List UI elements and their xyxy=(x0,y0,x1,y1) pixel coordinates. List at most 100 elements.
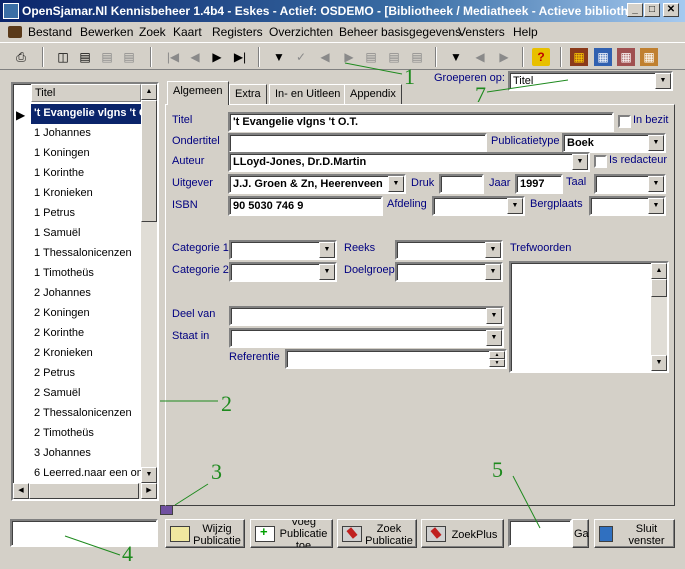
menu-zoek[interactable]: Zoek xyxy=(139,25,166,39)
taal-select[interactable]: ▼ xyxy=(594,174,666,194)
nav-forward-icon[interactable]: ▶ xyxy=(340,48,358,66)
last-record-icon[interactable]: ▶| xyxy=(231,48,249,66)
publicatietype-select[interactable]: Boek ▼ xyxy=(562,133,666,153)
delete-record-icon[interactable]: ▤ xyxy=(120,48,138,66)
maximize-button[interactable]: □ xyxy=(644,3,660,17)
list-item[interactable]: 1 Samuël xyxy=(31,224,141,244)
categorie2-select[interactable]: ▼ xyxy=(229,262,337,282)
reeks-select[interactable]: ▼ xyxy=(395,240,503,260)
chevron-down-icon[interactable]: ▼ xyxy=(486,308,502,324)
chevron-down-icon[interactable]: ▼ xyxy=(507,198,523,214)
jaar-input[interactable]: 1997 xyxy=(515,174,563,194)
isbn-input[interactable]: 90 5030 746 9 xyxy=(228,196,383,216)
uitgever-select[interactable]: J.J. Groen & Zn, Heerenveen ▼ xyxy=(228,174,406,194)
list-item[interactable]: 1 Korinthe xyxy=(31,164,141,184)
list-item[interactable]: 1 Kronieken xyxy=(31,184,141,204)
ga-button[interactable]: Ga xyxy=(572,519,589,548)
list-vertical-scrollbar[interactable]: ▲ ▼ xyxy=(141,84,157,483)
list-item[interactable]: 2 Samuël xyxy=(31,384,141,404)
filter-lightning-icon[interactable]: ✓ xyxy=(292,48,310,66)
referentie-spin-up-icon[interactable]: ▲ xyxy=(489,351,505,359)
scroll-up-icon[interactable]: ▲ xyxy=(141,84,157,100)
chevron-down-icon[interactable]: ▼ xyxy=(655,73,671,89)
list-item[interactable]: 2 Kronieken xyxy=(31,344,141,364)
chevron-down-icon[interactable]: ▼ xyxy=(485,264,501,280)
resize-grip-icon[interactable] xyxy=(160,505,173,515)
chevron-down-icon[interactable]: ▼ xyxy=(648,135,664,151)
afdeling-select[interactable]: ▼ xyxy=(432,196,525,216)
titel-input[interactable]: 't Evangelie vlgns 't O.T. xyxy=(228,112,614,132)
wijzig-publicatie-button[interactable]: Wijzig Publicatie xyxy=(165,519,245,548)
detail-new-icon[interactable]: ▤ xyxy=(362,48,380,66)
next-record-icon[interactable]: ▶ xyxy=(208,48,226,66)
menu-vensters[interactable]: Vensters xyxy=(458,25,505,39)
list-header[interactable]: Titel xyxy=(31,84,141,102)
referentie-input[interactable]: ▲ ▼ xyxy=(285,349,507,369)
list-item[interactable]: 1 Petrus xyxy=(31,204,141,224)
deel-van-select[interactable]: ▼ xyxy=(229,306,504,326)
list-item[interactable]: 2 Petrus xyxy=(31,364,141,384)
menu-bestand[interactable]: Bestand xyxy=(28,25,72,39)
minimize-button[interactable]: _ xyxy=(627,3,643,17)
list-item[interactable]: 2 Koningen xyxy=(31,304,141,324)
staat-in-select[interactable]: ▼ xyxy=(229,328,504,348)
chevron-down-icon[interactable]: ▼ xyxy=(485,242,501,258)
zoekplus-button[interactable]: ZoekPlus xyxy=(421,519,504,548)
scroll-thumb[interactable] xyxy=(141,100,157,222)
library-icon[interactable]: ▦ xyxy=(570,48,588,66)
sluit-venster-button[interactable]: Sluit venster xyxy=(594,519,675,548)
chevron-down-icon[interactable]: ▼ xyxy=(319,264,335,280)
goto-input[interactable] xyxy=(508,519,572,547)
list-item[interactable]: 1 Timotheüs xyxy=(31,264,141,284)
cards-icon[interactable]: ▦ xyxy=(640,48,658,66)
chevron-down-icon[interactable]: ▼ xyxy=(388,176,404,192)
filter-icon[interactable]: ▼ xyxy=(270,48,288,66)
search-input[interactable] xyxy=(10,519,158,547)
chevron-down-icon[interactable]: ▼ xyxy=(648,198,664,214)
scroll-left-icon[interactable]: ◀ xyxy=(13,483,29,499)
back2-icon[interactable]: ◀ xyxy=(471,48,489,66)
chevron-down-icon[interactable]: ▼ xyxy=(648,176,664,192)
print-icon[interactable]: ⎙ xyxy=(12,48,30,66)
referentie-spin-down-icon[interactable]: ▼ xyxy=(489,359,505,367)
chevron-down-icon[interactable]: ▼ xyxy=(486,330,502,346)
menu-kaart[interactable]: Kaart xyxy=(173,25,202,39)
list-item[interactable]: 1 Johannes xyxy=(31,124,141,144)
is-redacteur-checkbox[interactable] xyxy=(594,155,607,168)
scroll-down-icon[interactable]: ▼ xyxy=(651,355,667,371)
trefwoorden-scrollbar[interactable]: ▲ ▼ xyxy=(651,263,667,371)
zoek-publicatie-button[interactable]: Zoek Publicatie xyxy=(337,519,417,548)
forward2-icon[interactable]: ▶ xyxy=(495,48,513,66)
edit-record-icon[interactable]: ▤ xyxy=(98,48,116,66)
media-icon[interactable]: ▦ xyxy=(594,48,612,66)
voeg-publicatie-toe-button[interactable]: + Voeg Publicatie toe xyxy=(250,519,333,548)
list-item[interactable]: 1 Koningen xyxy=(31,144,141,164)
categorie1-select[interactable]: ▼ xyxy=(229,240,337,260)
persons-icon[interactable]: ▦ xyxy=(617,48,635,66)
druk-input[interactable] xyxy=(439,174,484,194)
list-item[interactable]: 2 Timotheüs xyxy=(31,424,141,444)
menu-bewerken[interactable]: Bewerken xyxy=(80,25,133,39)
chevron-down-icon[interactable]: ▼ xyxy=(319,242,335,258)
chevron-down-icon[interactable]: ▼ xyxy=(572,154,588,170)
previous-record-icon[interactable]: ◀ xyxy=(186,48,204,66)
tab-appendix[interactable]: Appendix xyxy=(344,84,402,104)
new-record-icon[interactable]: ◫ xyxy=(54,48,72,66)
auteur-select[interactable]: LLoyd-Jones, Dr.D.Martin ▼ xyxy=(228,152,590,172)
tab-algemeen[interactable]: Algemeen xyxy=(167,81,229,105)
list-item[interactable]: 6 Leerred.naar een on xyxy=(31,464,141,484)
ondertitel-input[interactable] xyxy=(228,133,487,153)
scroll-hthumb[interactable] xyxy=(29,483,139,499)
list-horizontal-scrollbar[interactable]: ◀ ▶ xyxy=(13,483,157,499)
list-item[interactable]: 't Evangelie vlgns 't O.T. xyxy=(31,104,141,124)
list-item[interactable]: 2 Thessalonicenzen xyxy=(31,404,141,424)
first-record-icon[interactable]: |◀ xyxy=(164,48,182,66)
menu-beheer-basisgegevens[interactable]: Beheer basisgegevens xyxy=(339,25,461,39)
doelgroep-select[interactable]: ▼ xyxy=(395,262,503,282)
tab-extra[interactable]: Extra xyxy=(229,84,267,104)
menu-help[interactable]: Help xyxy=(513,25,538,39)
scroll-up-icon[interactable]: ▲ xyxy=(651,263,667,279)
in-bezit-checkbox[interactable] xyxy=(618,115,631,128)
nav-back-icon[interactable]: ◀ xyxy=(316,48,334,66)
grouping-select[interactable]: Titel ▼ xyxy=(508,71,673,91)
